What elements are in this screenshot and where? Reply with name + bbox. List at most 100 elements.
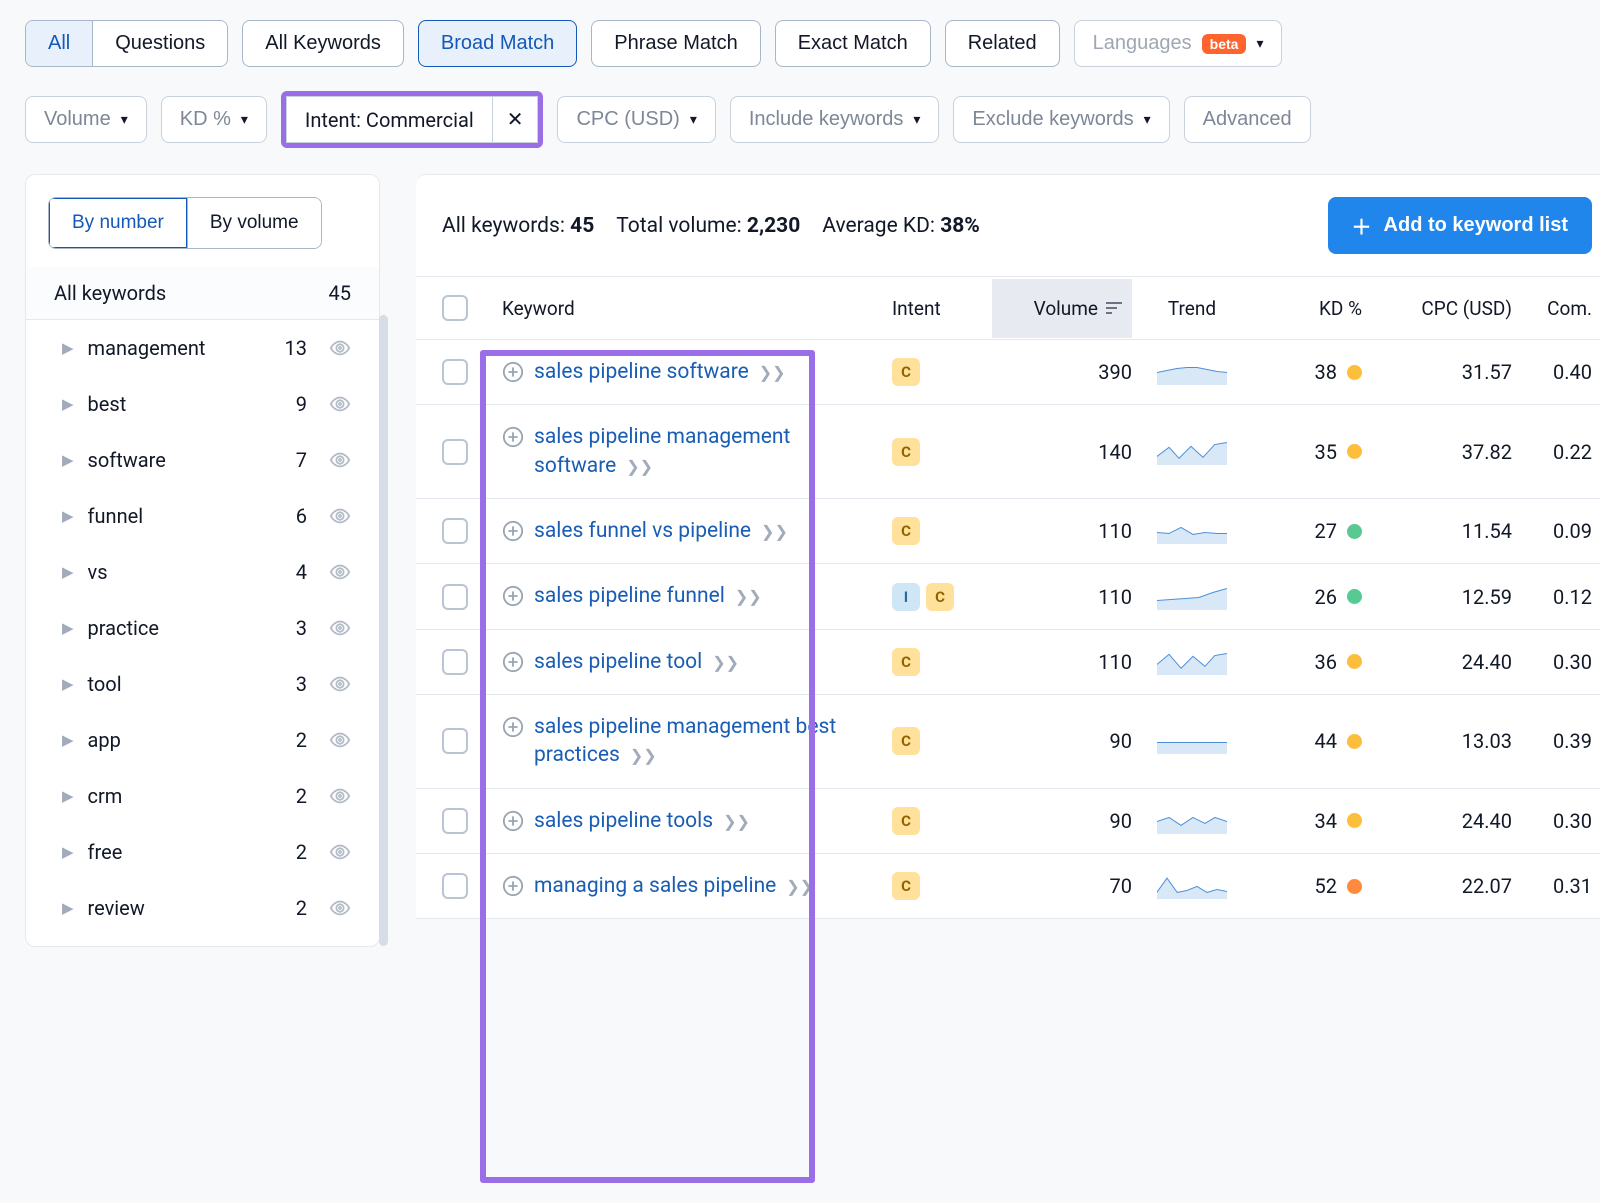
intent-badge-i: I <box>892 583 920 611</box>
add-circle-icon[interactable] <box>502 585 524 607</box>
sidebar-item[interactable]: ▶management13 <box>26 320 379 376</box>
add-circle-icon[interactable] <box>502 716 524 738</box>
add-circle-icon[interactable] <box>502 810 524 832</box>
keyword-link[interactable]: sales pipeline tool ❯❯ <box>534 648 739 676</box>
keyword-link[interactable]: sales pipeline software ❯❯ <box>534 358 786 386</box>
filter-volume[interactable]: Volume▾ <box>25 96 147 143</box>
sidebar-item[interactable]: ▶crm2 <box>26 768 379 824</box>
chevron-right-icon: ▶ <box>62 395 74 413</box>
col-volume[interactable]: Volume <box>992 279 1132 338</box>
filter-include[interactable]: Include keywords▾ <box>730 96 940 143</box>
intent-badge-c: C <box>892 438 920 466</box>
row-checkbox[interactable] <box>442 649 468 675</box>
filter-intent-clear[interactable]: ✕ <box>492 96 539 143</box>
com-cell: 0.39 <box>1512 729 1592 753</box>
com-cell: 0.12 <box>1512 585 1592 609</box>
select-all-checkbox[interactable] <box>442 295 468 321</box>
sidebar-item[interactable]: ▶review2 <box>26 880 379 936</box>
col-keyword[interactable]: Keyword <box>502 297 892 320</box>
add-circle-icon[interactable] <box>502 426 524 448</box>
sidebar-item[interactable]: ▶free2 <box>26 824 379 880</box>
keyword-link[interactable]: managing a sales pipeline ❯❯ <box>534 872 813 900</box>
row-checkbox[interactable] <box>442 584 468 610</box>
cpc-cell: 13.03 <box>1362 729 1512 753</box>
add-circle-icon[interactable] <box>502 651 524 673</box>
keyword-link[interactable]: sales pipeline funnel ❯❯ <box>534 582 762 610</box>
eye-icon <box>329 505 351 527</box>
expand-icon: ❯❯ <box>757 522 788 541</box>
kd-cell: 44 <box>1252 729 1362 753</box>
row-checkbox[interactable] <box>442 873 468 899</box>
sidebar-item[interactable]: ▶software7 <box>26 432 379 488</box>
sidebar-item-label: management <box>88 336 271 360</box>
add-circle-icon[interactable] <box>502 361 524 383</box>
sidebar-item[interactable]: ▶funnel6 <box>26 488 379 544</box>
chevron-down-icon: ▾ <box>1144 111 1151 128</box>
col-intent[interactable]: Intent <box>892 297 992 320</box>
volume-cell: 390 <box>992 360 1132 384</box>
tab-phrase-match[interactable]: Phrase Match <box>591 20 760 67</box>
table-row: sales pipeline tools ❯❯C903424.400.30 <box>416 789 1600 854</box>
intent-badge-c: C <box>892 807 920 835</box>
sidebar-head-label: All keywords <box>54 281 166 305</box>
sidebar-item[interactable]: ▶practice3 <box>26 600 379 656</box>
row-checkbox[interactable] <box>442 808 468 834</box>
filter-exclude[interactable]: Exclude keywords▾ <box>953 96 1169 143</box>
row-checkbox[interactable] <box>442 518 468 544</box>
add-to-keyword-list-button[interactable]: ＋ Add to keyword list <box>1328 197 1592 254</box>
expand-icon: ❯❯ <box>626 746 657 765</box>
filter-intent-label: Intent: Commercial <box>286 96 492 143</box>
row-checkbox[interactable] <box>442 359 468 385</box>
row-checkbox[interactable] <box>442 728 468 754</box>
add-circle-icon[interactable] <box>502 520 524 542</box>
trend-cell <box>1132 359 1252 385</box>
eye-icon <box>329 785 351 807</box>
chevron-down-icon: ▾ <box>121 111 128 128</box>
intent-cell: C <box>892 517 992 545</box>
sparkline-icon <box>1157 584 1227 610</box>
keyword-link[interactable]: sales pipeline management software ❯❯ <box>534 423 878 480</box>
keyword-link[interactable]: sales pipeline management best practices… <box>534 713 878 770</box>
sparkline-icon <box>1157 359 1227 385</box>
sidebar-item[interactable]: ▶tool3 <box>26 656 379 712</box>
filter-advanced[interactable]: Advanced <box>1184 96 1311 143</box>
col-trend[interactable]: Trend <box>1132 297 1252 320</box>
tab-all-keywords[interactable]: All Keywords <box>242 20 404 67</box>
col-kd[interactable]: KD % <box>1252 297 1362 320</box>
table-row: sales pipeline tool ❯❯C1103624.400.30 <box>416 630 1600 695</box>
table-row: sales pipeline funnel ❯❯IC1102612.590.12 <box>416 564 1600 629</box>
tab-broad-match[interactable]: Broad Match <box>418 20 577 67</box>
cpc-cell: 37.82 <box>1362 440 1512 464</box>
scope-all[interactable]: All <box>26 21 92 66</box>
sidebar-item-count: 6 <box>296 504 307 528</box>
tab-related[interactable]: Related <box>945 20 1060 67</box>
chevron-right-icon: ▶ <box>62 675 74 693</box>
chevron-right-icon: ▶ <box>62 787 74 805</box>
row-checkbox[interactable] <box>442 439 468 465</box>
table-row: sales funnel vs pipeline ❯❯C1102711.540.… <box>416 499 1600 564</box>
scope-questions[interactable]: Questions <box>92 21 227 66</box>
sidebar-item[interactable]: ▶vs4 <box>26 544 379 600</box>
chevron-right-icon: ▶ <box>62 731 74 749</box>
sort-by-number[interactable]: By number <box>49 198 187 248</box>
sidebar-item-label: tool <box>88 672 282 696</box>
sidebar-item[interactable]: ▶ best 9 <box>26 376 379 432</box>
table-row: sales pipeline management software ❯❯C14… <box>416 405 1600 499</box>
sidebar-item-label: best <box>88 392 282 416</box>
sort-by-volume[interactable]: By volume <box>187 198 321 248</box>
sidebar-item-count: 9 <box>296 392 307 416</box>
col-cpc[interactable]: CPC (USD) <box>1362 297 1512 320</box>
keyword-link[interactable]: sales pipeline tools ❯❯ <box>534 807 750 835</box>
add-circle-icon[interactable] <box>502 875 524 897</box>
cpc-cell: 24.40 <box>1362 809 1512 833</box>
sidebar-item-label: crm <box>88 784 282 808</box>
scope-segment: All Questions <box>25 20 228 67</box>
table-header: Keyword Intent Volume Trend KD % CPC (US… <box>416 276 1600 340</box>
tab-exact-match[interactable]: Exact Match <box>775 20 931 67</box>
sidebar-item[interactable]: ▶app2 <box>26 712 379 768</box>
filter-kd[interactable]: KD %▾ <box>161 96 267 143</box>
filter-cpc[interactable]: CPC (USD)▾ <box>557 96 715 143</box>
languages-dropdown[interactable]: Languages beta ▾ <box>1074 20 1283 67</box>
keyword-link[interactable]: sales funnel vs pipeline ❯❯ <box>534 517 788 545</box>
col-com[interactable]: Com. <box>1512 297 1592 320</box>
